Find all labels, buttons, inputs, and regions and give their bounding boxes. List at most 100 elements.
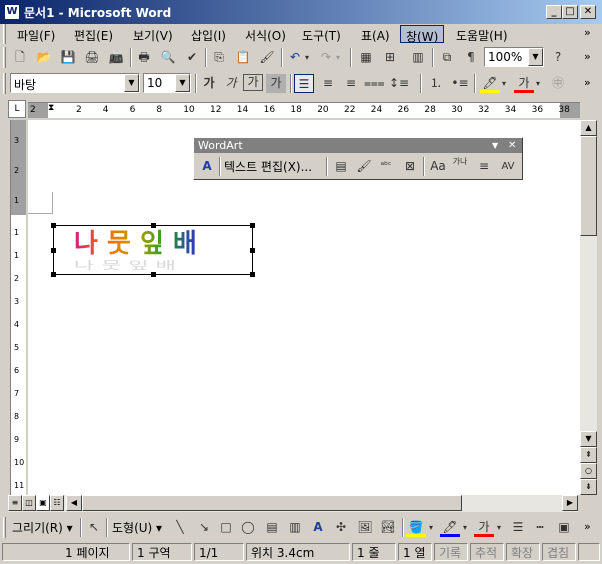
menu-item[interactable]: 도구(T) [297,25,346,43]
line-style-icon[interactable]: ☰ [508,518,528,537]
numbering-icon[interactable]: ⒈ [426,74,446,93]
line-color-icon[interactable]: 🖊 [440,518,460,537]
menu-item[interactable]: 편집(E) [69,25,118,43]
fax-icon[interactable]: 📠 [106,48,126,67]
web-page-icon[interactable]: 🖨 [82,48,102,67]
format-more-icon[interactable]: » [584,76,591,89]
alignment-icon[interactable]: ≡ [474,157,494,176]
scroll-up-icon[interactable]: ▲ [580,120,597,136]
minimize-button[interactable]: _ [546,5,562,19]
open-folder-icon[interactable]: 📂 [34,48,54,67]
char-border-button[interactable]: 가 [243,74,263,91]
shadow-icon[interactable]: ▣ [554,518,574,537]
wordart-gallery-icon[interactable]: ▤ [331,157,351,176]
draw-menu-button[interactable]: 그리기(R) ▾ [12,519,73,537]
text-wrapping-icon[interactable]: ⊠ [400,157,420,176]
resize-handle[interactable] [151,272,156,277]
print-icon[interactable]: 🖶 [134,48,154,67]
char-shading-button[interactable]: 가 [266,74,286,93]
draw-font-color-button[interactable]: 가 [474,518,494,537]
resize-handle[interactable] [250,223,255,228]
status-trk[interactable]: 추적 [470,543,504,561]
print-preview-icon[interactable]: 🔍 [158,48,178,67]
resize-handle[interactable] [151,223,156,228]
paste-icon[interactable]: 📋 [233,48,253,67]
outline-view-icon[interactable]: ☷ [50,495,64,511]
highlight-icon[interactable]: 🖊 [480,74,500,93]
browse-object-icon[interactable]: ○ [580,463,597,479]
resize-handle[interactable] [51,223,56,228]
resize-handle[interactable] [250,272,255,277]
insert-wordart-icon[interactable]: A [197,157,217,176]
vertical-text-box-icon[interactable]: ▥ [285,518,305,537]
web-layout-icon[interactable]: ◫ [22,495,36,511]
distributed-icon[interactable]: ⩶ [364,74,385,93]
insert-table-icon[interactable]: ⊞ [380,48,400,67]
status-ext[interactable]: 확장 [506,543,540,561]
wordart-object[interactable]: 나 뭇 잎 배 나 뭇 잎 배 [51,223,255,277]
document-map-icon[interactable]: ⧉ [437,48,457,67]
dash-style-icon[interactable]: ┅ [530,518,550,537]
undo-dropdown-icon[interactable]: ▾ [302,48,312,67]
arrow-icon[interactable]: ↘ [194,518,214,537]
resize-handle[interactable] [51,248,56,253]
italic-button[interactable]: 가 [221,74,241,93]
fill-color-icon[interactable]: 🪣 [406,518,426,537]
fill-dropdown-icon[interactable]: ▾ [426,518,436,537]
picture-icon[interactable]: 🏞 [378,518,398,537]
same-letter-heights-icon[interactable]: Aa [428,157,448,176]
menu-item[interactable]: 표(A) [356,25,395,43]
font-dropdown-icon[interactable]: ▼ [124,74,139,92]
menubar-more-icon[interactable]: » [584,26,591,39]
toolbar-more-icon[interactable]: » [584,50,591,63]
tab-selector[interactable]: L [8,100,26,118]
status-rec[interactable]: 기록 [434,543,468,561]
resize-handle[interactable] [51,272,56,277]
line-spacing-icon[interactable]: ↕≡ [389,74,409,93]
toolbar-options-icon[interactable]: ▼ [492,138,498,153]
spelling-status-icon[interactable] [578,543,600,561]
enclose-char-button[interactable]: ㊥ [548,74,568,93]
zoom-combo[interactable]: 100% ▼ [484,47,544,67]
drawing-more-icon[interactable]: » [584,520,591,533]
copy-icon[interactable]: ⎘ [209,48,229,67]
save-icon[interactable]: 💾 [58,48,78,67]
horizontal-ruler[interactable]: ⧗ 2 2 4 6 8 10 12 14 16 18 20 22 24 26 28 30 32 34 36 38 [28,102,580,118]
scroll-right-icon[interactable]: ▶ [562,495,578,511]
status-ovr[interactable]: 겹침 [542,543,576,561]
format-painter-icon[interactable]: 🖌 [257,48,277,67]
show-hide-icon[interactable]: ¶ [461,48,481,67]
wordart-toolbar[interactable]: WordArt ▼ ✕ A 텍스트 편집(X)... ▤ 🖌 ᵃᵇᶜ ⊠ Aa … [193,137,523,180]
select-objects-icon[interactable]: ↖ [84,518,104,537]
next-page-icon[interactable]: ⇟ [580,479,597,495]
font-size-dropdown-icon[interactable]: ▼ [175,74,190,92]
rectangle-icon[interactable]: □ [216,518,236,537]
normal-view-icon[interactable]: ≡ [8,495,22,511]
columns-icon[interactable]: ▥ [408,48,428,67]
diagram-icon[interactable]: ✣ [331,518,351,537]
menu-item[interactable]: 창(W) [400,25,445,44]
line-color-dropdown-icon[interactable]: ▾ [460,518,470,537]
title-bar[interactable]: W 문서1 - Microsoft Word _ □ ✕ [0,0,602,24]
align-center-icon[interactable]: ≡ [318,74,338,93]
wordart-close-icon[interactable]: ✕ [508,138,516,153]
font-color-button[interactable]: 가 [514,74,534,93]
word-icon[interactable]: W [4,4,20,20]
drawing-toolbar-grip[interactable] [3,517,6,538]
zoom-dropdown-icon[interactable]: ▼ [528,48,543,66]
scroll-thumb[interactable] [580,136,597,236]
edit-text-button[interactable]: 텍스트 편집(X)... [224,158,312,176]
oval-icon[interactable]: ◯ [238,518,258,537]
help-icon[interactable]: ? [548,48,568,67]
character-spacing-icon[interactable]: AV [498,157,518,176]
vertical-ruler[interactable]: 3 2 1 1 1 2 3 4 5 6 7 8 9 10 11 [10,120,26,495]
menu-item[interactable]: 보기(V) [128,25,178,43]
text-box-icon[interactable]: ▤ [262,518,282,537]
horizontal-scrollbar[interactable]: ≡ ◫ ▣ ☷ ◀ ▶ [8,495,578,512]
align-justify-icon[interactable]: ☰ [294,74,314,93]
bold-button[interactable]: 가 [199,74,219,93]
menu-item[interactable]: 파일(F) [12,25,60,43]
toolbar-grip[interactable] [3,47,6,68]
previous-page-icon[interactable]: ⇞ [580,447,597,463]
font-color-dropdown-icon[interactable]: ▾ [533,74,543,93]
